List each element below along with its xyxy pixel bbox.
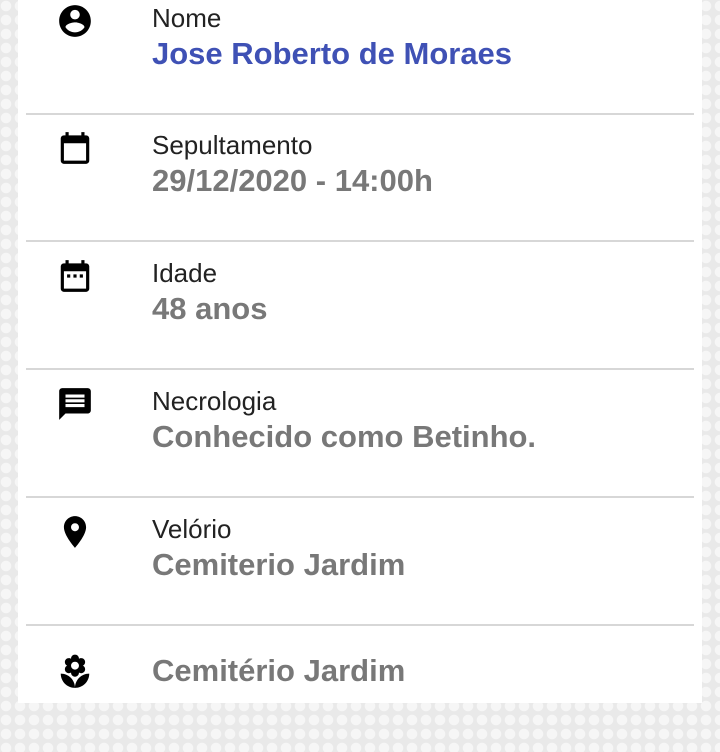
detail-value-necrology: Conhecido como Betinho. — [152, 419, 537, 454]
detail-label: Velório — [152, 514, 232, 544]
detail-value-wake: Cemiterio Jardim — [152, 547, 406, 582]
detail-row-cemiterio: Cemitério Jardim — [26, 625, 694, 752]
details-card: Nome Jose Roberto de Moraes Sepultamento… — [18, 0, 702, 703]
detail-label: Necrologia — [152, 386, 277, 416]
detail-value-name: Jose Roberto de Moraes — [152, 36, 513, 71]
flower-icon — [56, 653, 94, 691]
detail-value-date: 29/12/2020 - 14:00h — [152, 163, 433, 198]
detail-row-sepultamento: Sepultamento 29/12/2020 - 14:00h — [26, 113, 694, 242]
detail-row-idade: Idade 48 anos — [26, 241, 694, 370]
detail-row-necrologia: Necrologia Conhecido como Betinho. — [26, 369, 694, 498]
message-icon — [56, 385, 94, 423]
location-pin-icon — [56, 513, 94, 551]
account-circle-icon — [56, 2, 94, 40]
detail-label: Nome — [152, 3, 222, 33]
calendar-icon — [56, 129, 94, 167]
detail-value-cemetery: Cemitério Jardim — [152, 653, 406, 688]
detail-label: Sepultamento — [152, 130, 313, 160]
detail-row-nome: Nome Jose Roberto de Moraes — [26, 0, 694, 115]
detail-value-age: 48 anos — [152, 291, 268, 326]
calendar-dots-icon — [56, 257, 94, 295]
detail-row-velorio: Velório Cemiterio Jardim — [26, 497, 694, 626]
detail-label: Idade — [152, 258, 218, 288]
